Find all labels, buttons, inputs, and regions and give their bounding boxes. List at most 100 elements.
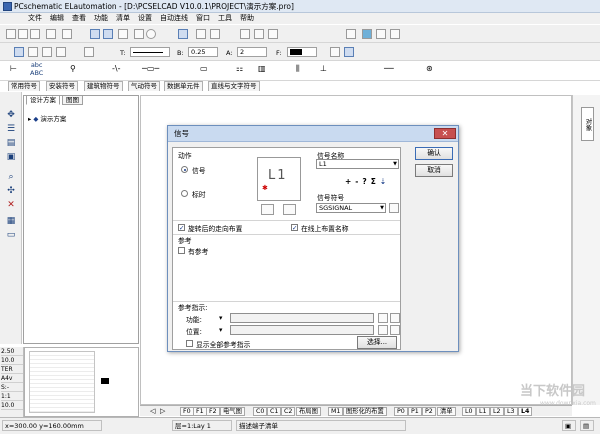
grid-icon[interactable]	[103, 29, 113, 39]
expand-icon[interactable]: ▸	[28, 115, 31, 123]
rotated-layout-checkbox[interactable]: ✓	[178, 224, 185, 231]
pencil-icon[interactable]	[178, 29, 188, 39]
layer-icon[interactable]	[344, 47, 354, 57]
symbol-browse-icon[interactable]	[283, 204, 296, 215]
position-dropdown-icon[interactable]: ▾	[219, 326, 222, 334]
switch-symbol-icon[interactable]: -\-	[112, 64, 120, 73]
fuse-symbol-icon[interactable]: ⫼	[296, 64, 300, 74]
coil-symbol-icon[interactable]: ▭	[200, 64, 208, 73]
status-book-icon[interactable]: ▤	[580, 420, 594, 431]
sum-button[interactable]: Σ	[369, 177, 378, 186]
magnify-icon[interactable]: ⌕	[5, 172, 17, 182]
table-icon[interactable]: ▦	[5, 216, 17, 226]
select-button[interactable]: 选择...	[357, 336, 397, 349]
motor-symbol-icon[interactable]: ⚏	[236, 64, 243, 73]
page-tab-f2[interactable]: F2	[206, 407, 220, 416]
menu-settings[interactable]: 设置	[134, 13, 156, 24]
tab-line-text-symbols[interactable]: 直线与文字符号	[208, 81, 260, 91]
menu-list[interactable]: 清单	[112, 13, 134, 24]
page-tab-c2[interactable]: C2	[281, 407, 296, 416]
menu-function[interactable]: 功能	[90, 13, 112, 24]
arc-tool-icon[interactable]	[84, 47, 94, 57]
page-tab-l0[interactable]: L0	[462, 407, 476, 416]
new-icon[interactable]	[6, 29, 16, 39]
sort-icon[interactable]: ⇣	[378, 177, 388, 186]
open-icon[interactable]	[18, 29, 28, 39]
ground-symbol-icon[interactable]: ⊛	[426, 64, 433, 73]
menu-window[interactable]: 窗口	[192, 13, 214, 24]
position-browse-icon[interactable]	[378, 325, 388, 335]
copy-icon[interactable]	[254, 29, 264, 39]
tab-data-units[interactable]: 数据单元件	[164, 81, 203, 91]
menu-file[interactable]: 文件	[24, 13, 46, 24]
resistor-symbol-icon[interactable]: ─▭─	[142, 64, 159, 73]
connect-icon[interactable]: ✣	[5, 186, 17, 196]
align-icon[interactable]	[330, 47, 340, 57]
tab-pneumatic-symbols[interactable]: 气动符号	[128, 81, 160, 91]
has-reference-checkbox[interactable]	[178, 247, 185, 254]
page-tab-f0[interactable]: F0	[180, 407, 194, 416]
page-tab-p2[interactable]: P2	[422, 407, 436, 416]
cut-icon[interactable]	[62, 29, 72, 39]
component-list-icon[interactable]: ▣	[5, 152, 17, 162]
list-icon[interactable]: ☰	[5, 124, 17, 134]
page-tab-electrical[interactable]: 电气图	[220, 407, 245, 416]
status-save-icon[interactable]: ▣	[562, 420, 576, 431]
help-button[interactable]: ?	[360, 177, 368, 186]
page-tab-l4[interactable]: L4	[518, 407, 533, 416]
document-icon[interactable]: ▤	[5, 138, 17, 148]
paste-icon[interactable]	[268, 29, 278, 39]
sheet-icon[interactable]: ▭	[5, 230, 17, 240]
line-style-dropdown[interactable]	[130, 47, 170, 57]
menu-help[interactable]: 帮助	[236, 13, 258, 24]
tab-objects[interactable]: 对象	[581, 107, 594, 141]
page-tab-m1[interactable]: M1	[328, 407, 344, 416]
show-all-refs-checkbox[interactable]	[186, 340, 193, 347]
function-browse-icon[interactable]	[378, 313, 388, 323]
zoom-icon[interactable]	[118, 29, 128, 39]
move-icon[interactable]: ✥	[5, 110, 17, 120]
signal-symbol-select[interactable]: SGSIGNAL ▼	[316, 203, 386, 213]
color-field[interactable]	[287, 47, 317, 57]
page-tab-p0[interactable]: P0	[394, 407, 408, 416]
cube-icon[interactable]	[362, 29, 372, 39]
rectangle-icon[interactable]	[134, 29, 144, 39]
edit-symbol-icon[interactable]	[261, 204, 274, 215]
undo-icon[interactable]	[196, 29, 206, 39]
page-tab-c0[interactable]: C0	[253, 407, 268, 416]
redo-icon[interactable]	[210, 29, 220, 39]
close-icon[interactable]: ✕	[434, 128, 456, 139]
slash-tool-icon[interactable]	[28, 47, 38, 57]
tab-common-symbols[interactable]: 常用符号	[8, 81, 40, 91]
ok-button[interactable]: 确认	[415, 147, 453, 160]
page-thumbnail[interactable]	[24, 347, 139, 417]
scissors-icon[interactable]	[240, 29, 250, 39]
spellcheck-icon[interactable]	[390, 29, 400, 39]
tab-design-project[interactable]: 设计方案	[26, 95, 60, 105]
radio-source[interactable]	[181, 190, 188, 197]
page-tab-l1[interactable]: L1	[476, 407, 490, 416]
contact-symbol-icon[interactable]: ⚲	[70, 64, 76, 73]
function-clear-icon[interactable]	[390, 313, 400, 323]
menu-edit[interactable]: 编辑	[46, 13, 68, 24]
page-tab-p1[interactable]: P1	[408, 407, 422, 416]
book-icon[interactable]	[376, 29, 386, 39]
cancel-button[interactable]: 取消	[415, 164, 453, 177]
tab-building-symbols[interactable]: 建筑物符号	[84, 81, 123, 91]
position-clear-icon[interactable]	[390, 325, 400, 335]
save-icon[interactable]	[30, 29, 40, 39]
tab-install-symbols[interactable]: 安装符号	[46, 81, 78, 91]
abc-text-symbol[interactable]: abc ABC	[30, 61, 43, 77]
terminal-symbol-icon[interactable]: ⊢	[10, 64, 17, 73]
function-field[interactable]	[230, 313, 374, 323]
function-dropdown-icon[interactable]: ▾	[219, 314, 222, 322]
line-width-field[interactable]: 0.25	[188, 47, 218, 57]
symbol-tool-icon[interactable]	[56, 47, 66, 57]
line-tool-icon[interactable]	[14, 47, 24, 57]
page-tab-graphic-layout[interactable]: 图形化的布置	[343, 407, 387, 416]
wire-symbol-icon[interactable]: ⊥	[320, 64, 327, 73]
cross-icon[interactable]: ✕	[5, 200, 17, 210]
menu-autowire[interactable]: 自动连线	[156, 13, 192, 24]
add-button[interactable]: +	[343, 177, 353, 186]
page-tab-f1[interactable]: F1	[193, 407, 207, 416]
